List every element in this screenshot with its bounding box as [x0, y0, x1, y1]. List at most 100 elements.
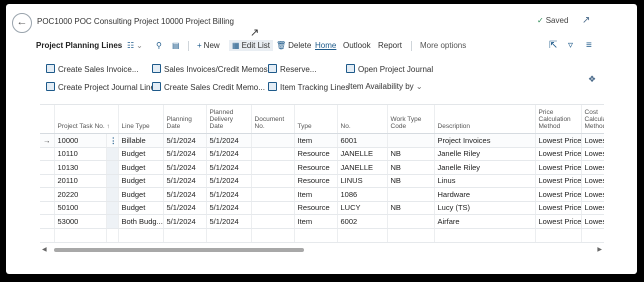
table-cell-planning[interactable]: 5/1/2024	[163, 160, 207, 175]
table-cell-delivery[interactable]: 5/1/2024	[206, 147, 252, 161]
table-cell-line-type[interactable]: Budget	[118, 201, 164, 215]
table-cell-work[interactable]	[387, 187, 435, 202]
table-cell-work[interactable]: NB	[387, 201, 435, 215]
column-header[interactable]: Line Type	[118, 105, 164, 134]
empty-cell[interactable]	[535, 228, 582, 243]
table-cell-desc[interactable]: Project Invoices	[434, 133, 536, 148]
table-cell-task[interactable]: 10130	[54, 160, 107, 175]
share-icon[interactable]: ▤	[172, 41, 182, 50]
table-cell-type[interactable]: Resource	[294, 174, 338, 188]
table-cell-no[interactable]: JANELLE	[337, 160, 388, 175]
table-cell-price[interactable]: Lowest Price	[535, 214, 582, 229]
empty-cell[interactable]	[294, 228, 338, 243]
table-row[interactable]: 53000 Both Budg... 5/1/2024 5/1/2024 Item 600…	[40, 214, 604, 229]
page-name-tab[interactable]: Project Planning Lines	[36, 41, 122, 50]
table-cell-type[interactable]: Resource	[294, 160, 338, 175]
tab-outlook[interactable]: Outlook	[343, 41, 371, 50]
column-header[interactable]: Description	[434, 105, 536, 134]
empty-cell[interactable]	[54, 228, 107, 243]
create-sales-credit-memo-action[interactable]: Create Sales Credit Memo...	[152, 82, 265, 92]
row-actions-icon[interactable]: ⋮	[106, 133, 119, 148]
table-cell-type[interactable]: Resource	[294, 201, 338, 215]
table-cell-desc[interactable]: Janelle Riley	[434, 147, 536, 161]
empty-cell[interactable]	[581, 228, 604, 243]
table-cell-no[interactable]: LUCY	[337, 201, 388, 215]
table-cell-line-type[interactable]: Budget	[118, 187, 164, 202]
table-cell-doc[interactable]	[251, 160, 295, 175]
table-cell-planning[interactable]: 5/1/2024	[163, 133, 207, 148]
empty-cell[interactable]	[163, 228, 207, 243]
column-header[interactable]: Price Calculation Method	[535, 105, 582, 134]
table-cell-price[interactable]: Lowest Price	[535, 174, 582, 188]
scrollbar-thumb[interactable]	[54, 248, 304, 252]
table-row[interactable]: 10130 Budget 5/1/2024 5/1/2024 Resource JANEL…	[40, 160, 604, 175]
table-cell-cost[interactable]: Lowest Price	[581, 214, 604, 229]
table-cell-task[interactable]: 20110	[54, 174, 107, 188]
table-cell-no[interactable]: 1086	[337, 187, 388, 202]
table-cell-work[interactable]	[387, 133, 435, 148]
table-cell-type[interactable]: Item	[294, 133, 338, 148]
table-cell-line-type[interactable]: Budget	[118, 174, 164, 188]
table-cell-price[interactable]: Lowest Price	[535, 147, 582, 161]
table-cell-delivery[interactable]: 5/1/2024	[206, 187, 252, 202]
table-cell-task[interactable]: 20220	[54, 187, 107, 202]
row-actions-icon[interactable]	[106, 201, 119, 215]
table-cell-price[interactable]: Lowest Price	[535, 201, 582, 215]
share-out-icon[interactable]: ⇱	[549, 40, 557, 51]
table-cell-doc[interactable]	[251, 214, 295, 229]
table-cell-cost[interactable]: Lowest Price	[581, 133, 604, 148]
table-cell-doc[interactable]	[251, 201, 295, 215]
table-row[interactable]: 20110 Budget 5/1/2024 5/1/2024 Resource LINUS…	[40, 174, 604, 188]
empty-cell[interactable]	[40, 228, 55, 243]
empty-cell[interactable]	[118, 228, 164, 243]
table-row[interactable]: 50100 Budget 5/1/2024 5/1/2024 Resource LUCY N…	[40, 201, 604, 215]
table-cell-type[interactable]: Item	[294, 187, 338, 202]
table-cell-doc[interactable]	[251, 187, 295, 202]
item-tracking-lines-action[interactable]: Item Tracking Lines	[268, 82, 349, 92]
table-cell-planning[interactable]: 5/1/2024	[163, 174, 207, 188]
back-arrow-icon[interactable]: ←	[12, 13, 32, 33]
table-cell-cost[interactable]: Lowest Price	[581, 201, 604, 215]
table-cell-type[interactable]: Item	[294, 214, 338, 229]
horizontal-scrollbar[interactable]: ◀ ▶	[42, 246, 602, 254]
table-cell-task[interactable]: 50100	[54, 201, 107, 215]
search-icon[interactable]: ⚲	[156, 41, 164, 50]
table-cell-cost[interactable]: Lowest Price	[581, 160, 604, 175]
table-cell-no[interactable]: LINUS	[337, 174, 388, 188]
column-header[interactable]: Work Type Code	[387, 105, 435, 134]
column-header[interactable]: No.	[337, 105, 388, 134]
table-cell-no[interactable]: 6001	[337, 133, 388, 148]
empty-cell[interactable]	[337, 228, 388, 243]
table-cell-work[interactable]: NB	[387, 174, 435, 188]
table-cell-doc[interactable]	[251, 174, 295, 188]
table-cell-line-type[interactable]: Budget	[118, 147, 164, 161]
reserve-action[interactable]: Reserve...	[268, 64, 316, 74]
table-row[interactable]: 10110 Budget 5/1/2024 5/1/2024 Resource JANEL…	[40, 147, 604, 161]
empty-cell[interactable]	[434, 228, 536, 243]
pin-icon[interactable]: ❖	[588, 74, 596, 85]
scroll-left-icon[interactable]: ◀	[42, 246, 47, 253]
table-row[interactable]: 20220 Budget 5/1/2024 5/1/2024 Item 1086 Hardw…	[40, 187, 604, 202]
row-actions-icon[interactable]	[106, 214, 119, 229]
table-cell-desc[interactable]: Hardware	[434, 187, 536, 202]
tab-report[interactable]: Report	[378, 41, 402, 50]
table-cell-doc[interactable]	[251, 147, 295, 161]
table-cell-doc[interactable]	[251, 133, 295, 148]
table-cell-delivery[interactable]: 5/1/2024	[206, 214, 252, 229]
table-cell-line-type[interactable]: Budget	[118, 160, 164, 175]
table-cell-task[interactable]: 53000	[54, 214, 107, 229]
table-cell-planning[interactable]: 5/1/2024	[163, 201, 207, 215]
table-cell-desc[interactable]: Linus	[434, 174, 536, 188]
table-cell-task[interactable]: 10110	[54, 147, 107, 161]
table-cell-price[interactable]: Lowest Price	[535, 187, 582, 202]
table-cell-line-type[interactable]: Billable	[118, 133, 164, 148]
scroll-right-icon[interactable]: ▶	[597, 246, 602, 253]
empty-cell[interactable]	[206, 228, 252, 243]
row-actions-icon[interactable]	[106, 147, 119, 161]
table-cell-delivery[interactable]: 5/1/2024	[206, 174, 252, 188]
new-button[interactable]: + New	[197, 41, 220, 50]
column-header[interactable]: Planning Date	[163, 105, 207, 134]
more-options-button[interactable]: More options	[420, 41, 466, 50]
table-cell-delivery[interactable]: 5/1/2024	[206, 133, 252, 148]
table-cell-planning[interactable]: 5/1/2024	[163, 147, 207, 161]
